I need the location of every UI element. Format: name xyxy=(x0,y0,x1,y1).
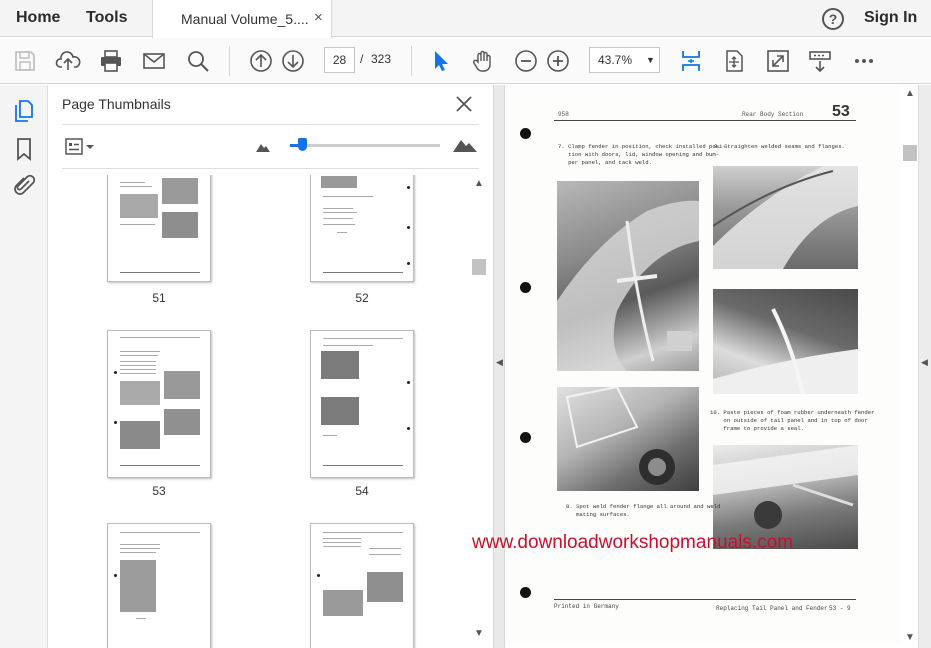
thumbnail-scroll-down-icon[interactable]: ▼ xyxy=(474,628,484,639)
page-footer-title: Replacing Tail Panel and Fender xyxy=(716,605,828,612)
page-thumbnail[interactable] xyxy=(310,523,414,648)
binder-hole xyxy=(520,128,531,139)
footer-rule xyxy=(554,599,856,600)
close-tab-icon[interactable]: × xyxy=(314,9,323,26)
search-icon[interactable] xyxy=(185,48,211,74)
page-header-model: 958 xyxy=(558,111,569,118)
page-thumbnail[interactable] xyxy=(310,330,414,478)
thumbnail-size-slider[interactable] xyxy=(290,144,440,147)
step-7-caption: 7. Clamp fender in position, check insta… xyxy=(558,143,726,166)
hand-tool-icon[interactable] xyxy=(470,48,496,74)
sign-in-button[interactable]: Sign In xyxy=(864,9,917,27)
step-10-caption: 10. Paste pieces of foam rubber undernea… xyxy=(710,409,875,432)
document-scrollbar[interactable] xyxy=(901,85,918,648)
divider xyxy=(62,124,479,125)
read-mode-icon[interactable] xyxy=(807,48,833,74)
home-tab[interactable]: Home xyxy=(16,9,60,27)
page-section-number: 53 xyxy=(832,103,850,120)
header-rule xyxy=(554,120,856,121)
divider xyxy=(62,168,479,169)
thumbnail-label: 53 xyxy=(152,484,166,498)
attachments-icon[interactable] xyxy=(12,173,36,197)
expand-right-pane-icon[interactable]: ◀ xyxy=(921,357,928,368)
binder-hole xyxy=(520,282,531,293)
scroll-down-icon[interactable]: ▼ xyxy=(905,632,915,643)
select-cursor-icon[interactable] xyxy=(428,48,454,74)
binder-hole xyxy=(520,587,531,598)
pdf-page: 958 Rear Body Section 53 7. Clamp fender… xyxy=(506,85,901,645)
right-pane-toggle[interactable]: ◀ xyxy=(918,85,931,648)
toolbar: 28 / 323 43.7% ▼ xyxy=(0,38,931,84)
help-icon[interactable]: ? xyxy=(822,8,844,30)
navigation-rail xyxy=(0,85,48,648)
page-separator: / xyxy=(360,52,364,66)
panel-title: Page Thumbnails xyxy=(62,96,171,112)
bookmarks-icon[interactable] xyxy=(12,137,36,161)
scroll-up-icon[interactable]: ▲ xyxy=(905,88,915,99)
thumbnail-label: 51 xyxy=(152,291,166,305)
print-icon[interactable] xyxy=(98,48,124,74)
page-thumbnail[interactable] xyxy=(107,175,211,282)
thumbnail-options-button[interactable] xyxy=(64,137,96,157)
page-thumbnail[interactable] xyxy=(310,175,414,282)
page-total: 323 xyxy=(371,52,392,66)
collapse-panel-icon[interactable]: ◀ xyxy=(496,357,503,368)
thumbnail-label: 54 xyxy=(355,484,369,498)
page-thumbnails-panel: Page Thumbnails 51 52 53 54 xyxy=(48,85,493,648)
full-screen-icon[interactable] xyxy=(765,48,791,74)
zoom-in-icon[interactable] xyxy=(545,48,571,74)
email-icon[interactable] xyxy=(141,48,167,74)
photo-fender-clamped xyxy=(557,181,699,371)
zoom-out-icon[interactable] xyxy=(513,48,539,74)
page-footer-number: 53 - 9 xyxy=(829,605,851,612)
tools-tab[interactable]: Tools xyxy=(86,9,127,27)
thumbnail-scrollbar-thumb[interactable] xyxy=(472,259,486,275)
large-thumbnail-icon[interactable] xyxy=(452,137,478,153)
chevron-down-icon: ▼ xyxy=(646,55,655,65)
next-page-icon[interactable] xyxy=(280,48,306,74)
acrobat-window: Home Tools Manual Volume_5.... × ? Sign … xyxy=(0,0,931,648)
tab-bar: Home Tools Manual Volume_5.... × ? Sign … xyxy=(0,0,931,38)
page-number-input[interactable]: 28 xyxy=(324,47,355,73)
cloud-upload-icon[interactable] xyxy=(55,48,81,74)
page-thumbnail[interactable] xyxy=(107,523,211,648)
thumbnail-grid: 51 52 53 54 xyxy=(48,175,473,648)
photo-spot-weld xyxy=(557,387,699,491)
photo-welded-seams xyxy=(713,166,858,269)
step-8-caption: 8. Spot weld fender flange all around an… xyxy=(566,503,721,518)
document-view[interactable]: 958 Rear Body Section 53 7. Clamp fender… xyxy=(506,85,901,645)
toolbar-separator xyxy=(411,46,412,76)
page-header-title: Rear Body Section xyxy=(742,111,804,118)
document-tab[interactable]: Manual Volume_5.... × xyxy=(152,0,332,38)
save-icon[interactable] xyxy=(12,48,38,74)
small-thumbnail-icon[interactable] xyxy=(255,141,271,153)
watermark-url: www.downloadworkshopmanuals.com xyxy=(472,532,794,553)
more-options-icon[interactable] xyxy=(851,48,877,74)
page-thumbnail[interactable] xyxy=(107,330,211,478)
thumbnail-scroll-up-icon[interactable]: ▲ xyxy=(474,178,484,189)
document-tab-title: Manual Volume_5.... xyxy=(181,11,309,27)
thumbnail-label: 52 xyxy=(355,291,369,305)
scrolling-mode-icon[interactable] xyxy=(721,48,747,74)
zoom-value: 43.7% xyxy=(598,53,633,67)
slider-handle[interactable] xyxy=(298,138,307,151)
page-thumbnails-icon[interactable] xyxy=(12,99,36,123)
previous-page-icon[interactable] xyxy=(248,48,274,74)
photo-fender-seal xyxy=(713,289,858,394)
close-icon[interactable] xyxy=(454,94,474,114)
zoom-dropdown[interactable]: 43.7% ▼ xyxy=(589,47,660,73)
toolbar-separator xyxy=(229,46,230,76)
binder-hole xyxy=(520,432,531,443)
document-scrollbar-thumb[interactable] xyxy=(903,145,917,161)
panel-splitter[interactable]: ◀ xyxy=(493,85,505,648)
fit-page-icon[interactable] xyxy=(678,48,704,74)
step-9-caption: 9. Straighten welded seams and flanges. xyxy=(714,143,845,150)
page-footer-printed: Printed in Germany xyxy=(554,603,619,610)
